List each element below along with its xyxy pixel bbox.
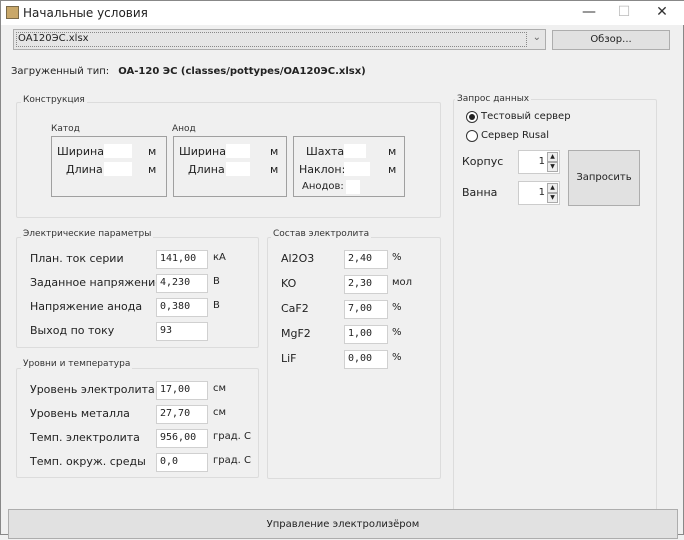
electrolyte-row-input[interactable]: 0,00: [344, 350, 388, 369]
levels-row-unit: см: [213, 407, 227, 418]
levels-row-input[interactable]: 27,70: [156, 405, 208, 424]
electrolyte-row-label: Al2O3: [281, 252, 315, 265]
electrical-row-label: План. ток серии: [30, 252, 124, 265]
electrolyte-row-label: MgF2: [281, 327, 311, 340]
electrical-row-unit: В: [213, 300, 220, 311]
tilt-input[interactable]: [344, 162, 370, 176]
request-button[interactable]: Запросить: [568, 150, 640, 206]
korpus-spinner[interactable]: 1 ▲ ▼: [518, 150, 560, 174]
shaft-input[interactable]: [344, 144, 366, 158]
title-bar: Начальные условия — ☐ ✕: [1, 1, 684, 25]
electrolyte-row-label: LiF: [281, 352, 297, 365]
electrical-row-input[interactable]: 4,230: [156, 274, 208, 293]
spinner-down-icon[interactable]: ▼: [547, 162, 558, 172]
tilt-unit: м: [388, 163, 397, 176]
levels-row-input[interactable]: 0,0: [156, 453, 208, 472]
vanna-spinner[interactable]: 1 ▲ ▼: [518, 181, 560, 205]
spinner-down-icon[interactable]: ▼: [547, 193, 558, 203]
electrical-row-unit: кА: [213, 252, 226, 263]
cathode-length-input[interactable]: [104, 162, 132, 176]
electrolyte-row-unit: %: [392, 327, 402, 338]
levels-row-label: Темп. окруж. среды: [30, 455, 146, 468]
file-combo-value: OA120ЭС.xlsx: [18, 33, 89, 44]
korpus-label: Корпус: [462, 155, 504, 168]
cathode-length-unit: м: [148, 163, 157, 176]
file-combo[interactable]: OA120ЭС.xlsx ⌄: [13, 29, 546, 50]
close-button[interactable]: ✕: [647, 4, 677, 22]
anode-width-label: Ширина:: [179, 145, 230, 158]
electrical-row-label: Заданное напряжение: [30, 276, 163, 289]
electrical-row-input[interactable]: 141,00: [156, 250, 208, 269]
anode-width-input[interactable]: [226, 144, 250, 158]
test-server-label[interactable]: Тестовый сервер: [481, 111, 571, 122]
browse-button[interactable]: Обзор...: [552, 30, 670, 50]
maximize-button[interactable]: ☐: [609, 4, 639, 22]
electrical-row-label: Выход по току: [30, 324, 115, 337]
electrolyte-row-unit: %: [392, 352, 402, 363]
loaded-type-value: OA-120 ЭС (classes/pottypes/OA120ЭС.xlsx…: [118, 66, 366, 77]
anode-length-input[interactable]: [226, 162, 250, 176]
electrolyte-row-label: CaF2: [281, 302, 309, 315]
electrical-row-unit: В: [213, 276, 220, 287]
spinner-up-icon[interactable]: ▲: [547, 152, 558, 162]
minimize-button[interactable]: —: [574, 4, 604, 22]
shaft-label: Шахта:: [306, 145, 348, 158]
electrolyte-row-unit: %: [392, 302, 402, 313]
levels-row-unit: град. С: [213, 455, 251, 466]
test-server-radio[interactable]: [466, 111, 478, 123]
levels-row-unit: см: [213, 383, 227, 394]
cathode-width-label: Ширина:: [57, 145, 108, 158]
levels-row-label: Уровень электролита: [30, 383, 155, 396]
shaft-unit: м: [388, 145, 397, 158]
construction-title: Конструкция: [21, 95, 87, 105]
chevron-down-icon: ⌄: [532, 32, 541, 43]
vanna-label: Ванна: [462, 186, 498, 199]
tilt-label: Наклон:: [299, 163, 346, 176]
korpus-value: 1: [538, 156, 545, 167]
electrolyte-row-label: KO: [281, 277, 297, 290]
vanna-value: 1: [538, 187, 545, 198]
electrical-title: Электрические параметры: [21, 229, 154, 239]
window-title: Начальные условия: [23, 6, 148, 20]
anode-title: Анод: [170, 124, 198, 134]
electrolyte-row-unit: %: [392, 252, 402, 263]
anodes-label: Анодов:: [302, 181, 344, 192]
cathode-length-label: Длина:: [66, 163, 107, 176]
cathode-title: Катод: [49, 124, 82, 134]
levels-row-label: Темп. электролита: [30, 431, 140, 444]
cathode-box: Ширина: м Длина: м: [51, 136, 167, 197]
levels-row-input[interactable]: 17,00: [156, 381, 208, 400]
electrical-row-input[interactable]: 93: [156, 322, 208, 341]
electrolyte-row-input[interactable]: 2,30: [344, 275, 388, 294]
rusal-server-radio[interactable]: [466, 130, 478, 142]
shaft-box: Шахта: м Наклон: м Анодов:: [293, 136, 405, 197]
electrolyte-title: Состав электролита: [271, 229, 372, 239]
loaded-type: Загруженный тип: OA-120 ЭС (classes/pott…: [11, 66, 366, 77]
window: Начальные условия — ☐ ✕ OA120ЭС.xlsx ⌄ О…: [0, 0, 684, 539]
cathode-width-input[interactable]: [104, 144, 132, 158]
anode-length-label: Длина:: [188, 163, 229, 176]
electrolyte-row-input[interactable]: 7,00: [344, 300, 388, 319]
loaded-type-label: Загруженный тип:: [11, 66, 110, 77]
app-icon: [6, 6, 19, 19]
levels-row-unit: град. С: [213, 431, 251, 442]
levels-row-input[interactable]: 956,00: [156, 429, 208, 448]
anode-length-unit: м: [270, 163, 279, 176]
electrolyte-row-input[interactable]: 2,40: [344, 250, 388, 269]
anodes-input[interactable]: [346, 180, 360, 194]
electrical-row-label: Напряжение анода: [30, 300, 143, 313]
electrical-row-input[interactable]: 0,380: [156, 298, 208, 317]
electrolyte-row-input[interactable]: 1,00: [344, 325, 388, 344]
anode-box: Ширина: м Длина: м: [173, 136, 287, 197]
request-title: Запрос данных: [455, 94, 532, 104]
levels-row-label: Уровень металла: [30, 407, 130, 420]
spinner-up-icon[interactable]: ▲: [547, 183, 558, 193]
anode-width-unit: м: [270, 145, 279, 158]
levels-title: Уровни и температура: [21, 359, 133, 369]
electrolyte-row-unit: мол: [392, 277, 413, 288]
rusal-server-label[interactable]: Сервер Rusal: [481, 130, 549, 141]
cathode-width-unit: м: [148, 145, 157, 158]
